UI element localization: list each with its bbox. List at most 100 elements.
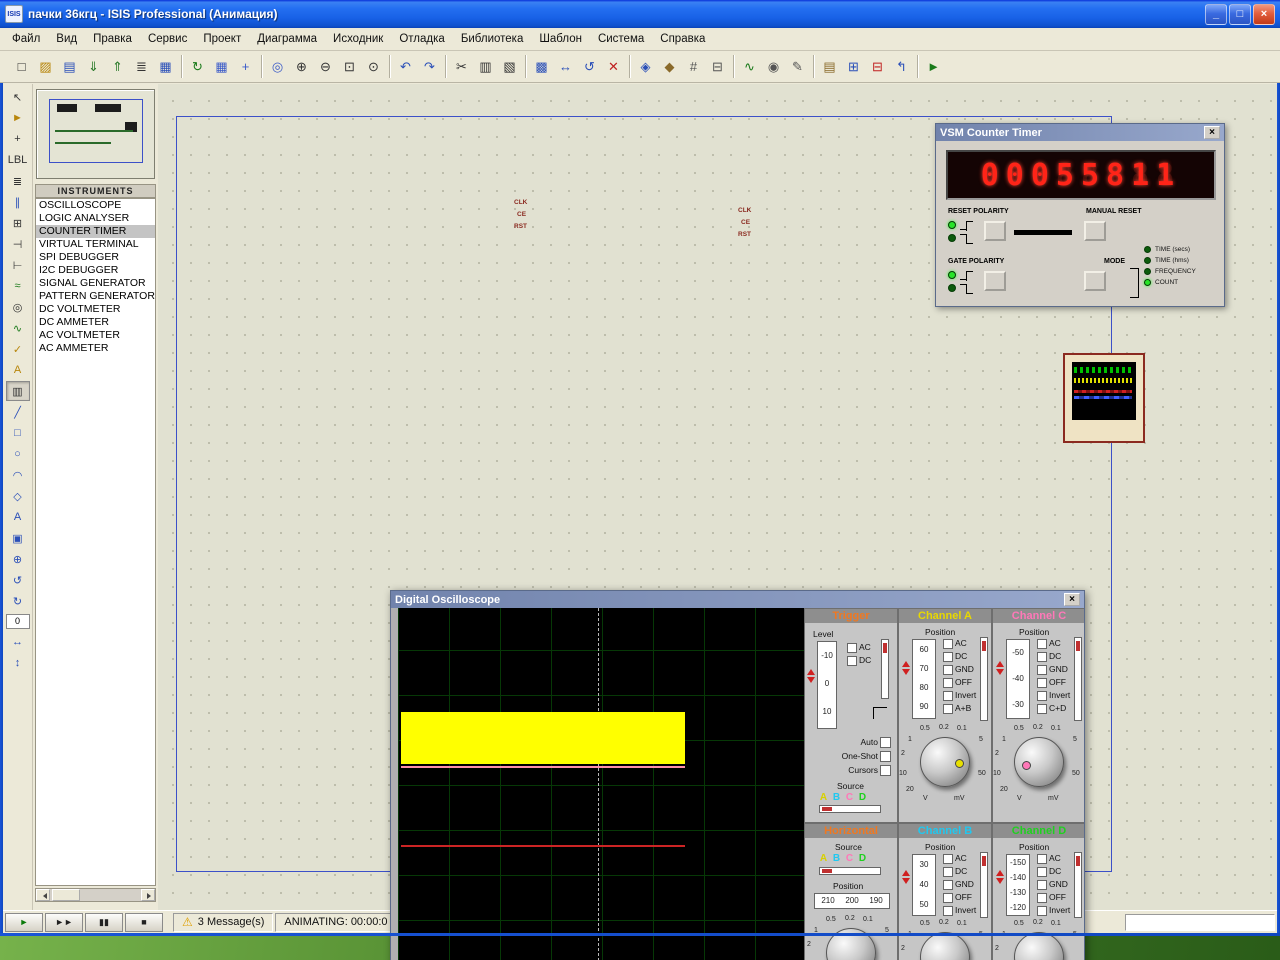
pause-button[interactable]: ▮▮ (85, 913, 123, 932)
virtual-instruments-icon[interactable]: ▥ (6, 381, 30, 401)
channel-a-gain-knob[interactable]: 0.50.20.1125102050VmV (900, 725, 992, 809)
oscilloscope-titlebar[interactable]: Digital Oscilloscope × (391, 591, 1084, 608)
current-probe-icon[interactable]: A (6, 360, 30, 380)
trigger-mode-option[interactable]: Auto (811, 735, 891, 749)
horizontal-position-slider[interactable]: 210200190 (814, 893, 890, 909)
device-pin-icon[interactable]: ⊢ (6, 255, 30, 275)
toolbar-icon[interactable] (810, 55, 817, 78)
menu-item[interactable]: Вид (48, 31, 85, 47)
rotate-cw-icon[interactable]: ↻ (6, 591, 30, 611)
counter-timer-titlebar[interactable]: VSM Counter Timer × (936, 124, 1224, 141)
toolbar-icon[interactable] (386, 55, 393, 78)
trigger-level-slider[interactable]: -10010 (817, 641, 837, 729)
source-letter[interactable]: C (843, 792, 856, 803)
center-at-cursor-icon[interactable]: ◎ (266, 55, 289, 78)
path-2d-icon[interactable]: ◇ (6, 486, 30, 506)
goto-parent-icon[interactable]: ↰ (890, 55, 913, 78)
position-arrows-icon[interactable] (996, 866, 1005, 888)
instrument-item[interactable]: DC VOLTMETER (36, 303, 155, 316)
new-file-icon[interactable]: □ (10, 55, 33, 78)
oscilloscope-screen[interactable] (398, 608, 804, 960)
menu-item[interactable]: Проект (195, 31, 249, 47)
toolbar-icon[interactable] (730, 55, 737, 78)
decompose-icon[interactable]: ⊟ (706, 55, 729, 78)
bus-icon[interactable]: ∥ (6, 192, 30, 212)
junction-dot-icon[interactable]: + (6, 129, 30, 149)
channel-a-position-slider[interactable]: 60708090 (912, 639, 936, 719)
print-area-icon[interactable]: ▦ (154, 55, 177, 78)
voltage-probe-icon[interactable]: ✓ (6, 339, 30, 359)
rotate-ccw-icon[interactable]: ↺ (6, 570, 30, 590)
position-arrows-icon[interactable] (902, 866, 911, 888)
copy-icon[interactable]: ▥ (474, 55, 497, 78)
instrument-item[interactable]: OSCILLOSCOPE (36, 199, 155, 212)
graph-mode-icon[interactable]: ≈ (6, 276, 30, 296)
menu-item[interactable]: Файл (4, 31, 48, 47)
search-tag-icon[interactable]: ◉ (762, 55, 785, 78)
arc-2d-icon[interactable]: ◠ (6, 465, 30, 485)
menu-item[interactable]: Отладка (391, 31, 452, 47)
packaging-tool-icon[interactable]: # (682, 55, 705, 78)
remove-sheet-icon[interactable]: ⊟ (866, 55, 889, 78)
horizontal-source-slider[interactable] (819, 867, 881, 875)
close-icon[interactable]: × (1064, 593, 1080, 606)
block-rotate-icon[interactable]: ↺ (578, 55, 601, 78)
make-device-icon[interactable]: ◆ (658, 55, 681, 78)
toolbar-icon[interactable] (178, 55, 185, 78)
new-sheet-icon[interactable]: ⊞ (842, 55, 865, 78)
selector-scrollbar[interactable] (35, 888, 156, 902)
timebase-knob[interactable]: 0.50.20.1125 (806, 916, 898, 960)
scroll-left-icon[interactable] (36, 889, 50, 901)
instrument-item[interactable]: COUNTER TIMER (36, 225, 155, 238)
block-copy-icon[interactable]: ▩ (530, 55, 553, 78)
import-icon[interactable]: ⇓ (82, 55, 105, 78)
save-file-icon[interactable]: ▤ (58, 55, 81, 78)
source-letter[interactable]: B (830, 853, 843, 864)
menu-item[interactable]: Библиотека (453, 31, 532, 47)
channel-b-gain-knob[interactable]: 0.50.20.1125 (900, 920, 992, 960)
channel-c-slider[interactable] (1074, 637, 1082, 721)
menu-item[interactable]: Исходник (325, 31, 391, 47)
zoom-out-icon[interactable]: ⊖ (314, 55, 337, 78)
wire-label-icon[interactable]: LBL (6, 150, 30, 170)
source-letter[interactable]: D (856, 792, 869, 803)
oscilloscope-component[interactable] (1063, 353, 1145, 443)
instrument-item[interactable]: DC AMMETER (36, 316, 155, 329)
position-arrows-icon[interactable] (996, 657, 1005, 679)
open-file-icon[interactable]: ▨ (34, 55, 57, 78)
instrument-item[interactable]: AC VOLTMETER (36, 329, 155, 342)
instrument-item[interactable]: AC AMMETER (36, 342, 155, 355)
menu-item[interactable]: Шаблон (531, 31, 590, 47)
toolbar-icon[interactable] (258, 55, 265, 78)
grid-toggle-icon[interactable]: ▦ (210, 55, 233, 78)
selection-pointer-icon[interactable]: ↖ (6, 87, 30, 107)
text-script-icon[interactable]: ≣ (6, 171, 30, 191)
menu-item[interactable]: Справка (652, 31, 713, 47)
box-2d-icon[interactable]: □ (6, 423, 30, 443)
coupling-option[interactable]: DC (847, 654, 879, 667)
tape-recorder-icon[interactable]: ◎ (6, 297, 30, 317)
stop-button[interactable]: ■ (125, 913, 163, 932)
channel-c-gain-knob[interactable]: 0.50.20.1125102050VmV (994, 725, 1085, 809)
subcircuit-icon[interactable]: ⊞ (6, 213, 30, 233)
source-letter[interactable]: A (817, 792, 830, 803)
toolbar-icon[interactable] (626, 55, 633, 78)
channel-d-position-slider[interactable]: -150-140-130-120 (1006, 854, 1030, 916)
terminal-icon[interactable]: ⊣ (6, 234, 30, 254)
zoom-in-icon[interactable]: ⊕ (290, 55, 313, 78)
menu-item[interactable]: Система (590, 31, 652, 47)
symbol-2d-icon[interactable]: ▣ (6, 528, 30, 548)
paste-icon[interactable]: ▧ (498, 55, 521, 78)
maximize-icon[interactable]: □ (1229, 4, 1251, 25)
zoom-all-icon[interactable]: ⊙ (362, 55, 385, 78)
channel-d-gain-knob[interactable]: 0.50.20.1125 (994, 920, 1085, 960)
instrument-item[interactable]: SIGNAL GENERATOR (36, 277, 155, 290)
trigger-mode-option[interactable]: Cursors (811, 763, 891, 777)
reset-polarity-button[interactable] (984, 221, 1006, 241)
scrollbar-thumb[interactable] (52, 889, 80, 901)
toolbar-icon[interactable] (522, 55, 529, 78)
generator-icon[interactable]: ∿ (6, 318, 30, 338)
channel-b-position-slider[interactable]: 304050 (912, 854, 936, 916)
rotation-angle-display[interactable]: 0 (6, 614, 30, 629)
message-box[interactable]: ⚠ 3 Message(s) (173, 913, 273, 932)
